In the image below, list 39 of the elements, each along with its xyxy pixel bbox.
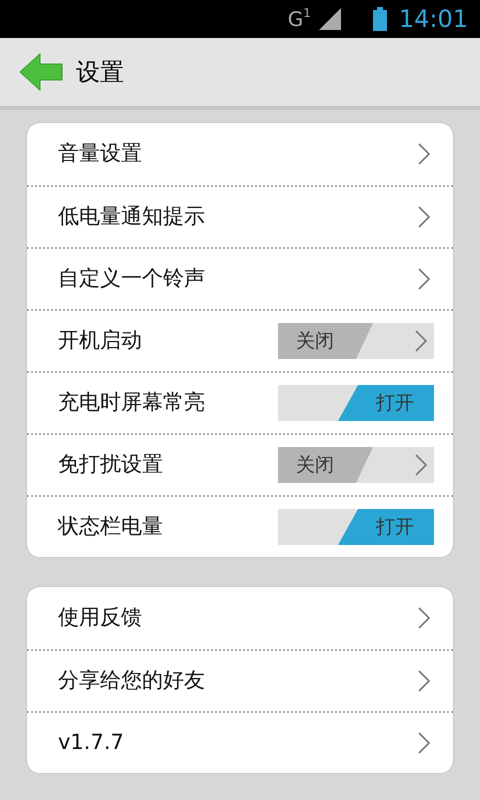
chevron-right-icon — [414, 453, 428, 477]
toggle-switch[interactable]: 打开 — [278, 509, 434, 545]
settings-row[interactable]: 自定义一个铃声 — [27, 247, 453, 309]
setting-label: v1.7.7 — [58, 729, 124, 756]
settings-row[interactable]: 充电时屏幕常亮 打开 — [27, 371, 453, 433]
back-arrow-icon[interactable] — [20, 52, 64, 92]
page-title: 设置 — [76, 57, 124, 88]
setting-label: 开机启动 — [58, 327, 142, 354]
toggle-switch[interactable]: 打开 — [278, 385, 434, 421]
setting-label: 免打扰设置 — [58, 451, 163, 478]
chevron-right-icon — [417, 669, 431, 693]
settings-row[interactable]: 音量设置 — [27, 123, 453, 185]
settings-row[interactable]: 开机启动 关闭 — [27, 309, 453, 371]
setting-label: 使用反馈 — [58, 604, 142, 632]
battery-icon — [372, 7, 387, 31]
toggle-switch[interactable]: 关闭 — [278, 447, 434, 483]
setting-label: 低电量通知提示 — [58, 203, 205, 230]
setting-label: 分享给您的好友 — [58, 667, 205, 694]
sim-number: 1 — [303, 5, 311, 22]
settings-row[interactable]: 免打扰设置 关闭 — [27, 433, 453, 495]
chevron-right-icon — [417, 731, 431, 755]
signal-icon — [318, 8, 341, 30]
setting-label: 充电时屏幕常亮 — [58, 389, 205, 416]
chevron-right-icon — [417, 205, 431, 229]
settings-row[interactable]: 使用反馈 — [27, 587, 453, 649]
setting-label: 自定义一个铃声 — [58, 265, 205, 292]
setting-label: 音量设置 — [58, 140, 142, 168]
settings-row[interactable]: 状态栏电量 打开 — [27, 495, 453, 557]
chevron-right-icon — [414, 329, 428, 353]
settings-row[interactable]: 分享给您的好友 — [27, 649, 453, 711]
chevron-right-icon — [417, 142, 431, 166]
clock: 14:01 — [398, 4, 468, 35]
settings-row[interactable]: 低电量通知提示 — [27, 185, 453, 247]
network-type: G — [288, 6, 304, 33]
chevron-right-icon — [417, 267, 431, 291]
setting-label: 状态栏电量 — [58, 513, 163, 540]
chevron-right-icon — [417, 606, 431, 630]
toggle-switch[interactable]: 关闭 — [278, 323, 434, 359]
settings-row[interactable]: v1.7.7 — [27, 711, 453, 773]
